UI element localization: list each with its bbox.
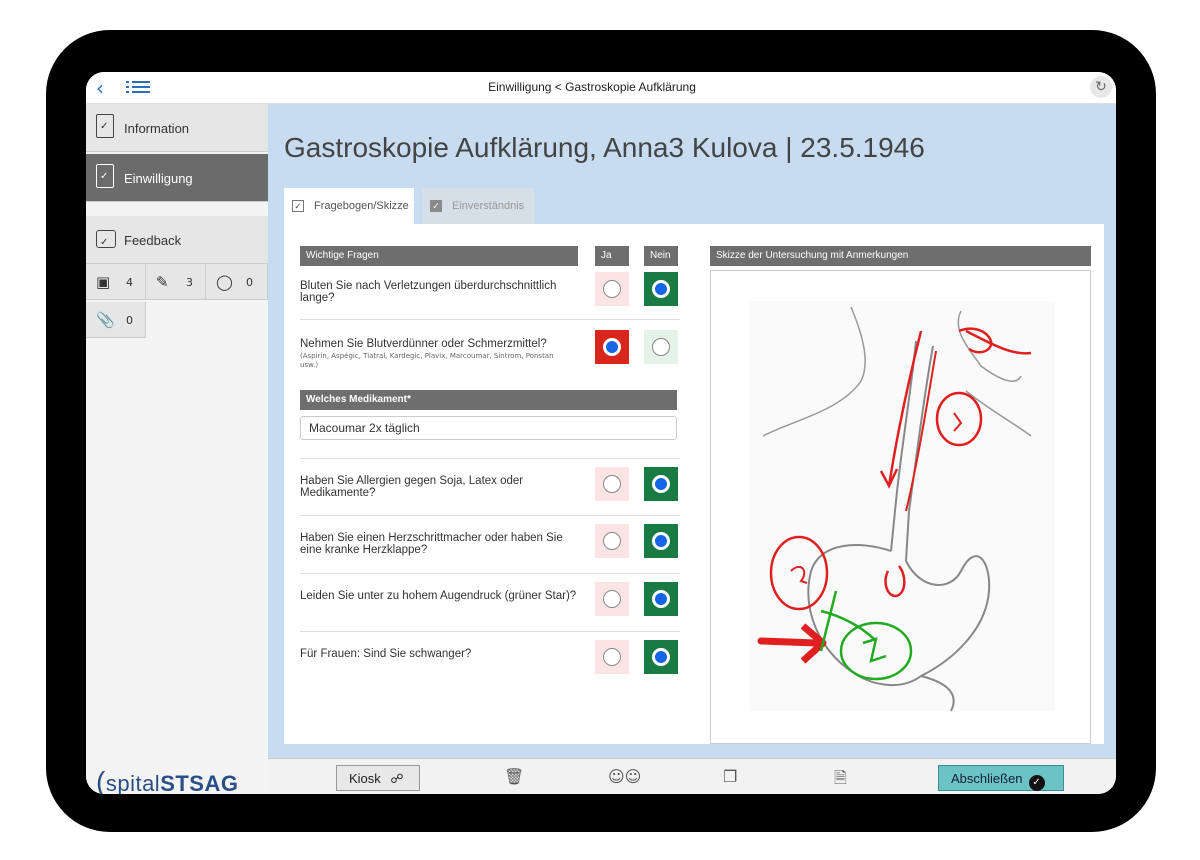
pdf-icon[interactable]: 🗎 (834, 767, 847, 794)
tab-label: Einverständnis (452, 200, 525, 212)
medication-input[interactable]: Macoumar 2x täglich (300, 416, 677, 440)
refresh-icon[interactable]: ↻ (1090, 76, 1112, 98)
question-row: Nehmen Sie Blutverdünner oder Schmerzmit… (300, 320, 680, 382)
lock-icon: ☍ (390, 771, 404, 786)
pencil-count: 3 (186, 276, 193, 289)
camera-count: 4 (126, 276, 133, 289)
question-row: Bluten Sie nach Verletzungen überdurchsc… (300, 268, 680, 320)
medication-header: Welches Medikament* (300, 390, 677, 410)
main-content: Gastroskopie Aufklärung, Anna3 Kulova | … (268, 104, 1116, 758)
microphone-counter[interactable]: ◯ 0 (206, 264, 268, 300)
finish-label: Abschließen (951, 771, 1023, 786)
answer-yes-radio[interactable] (595, 524, 629, 558)
question-text: Leiden Sie unter zu hohem Augendruck (gr… (300, 590, 577, 602)
question-text: Haben Sie einen Herzschrittmacher oder h… (300, 532, 563, 556)
sidebar-item-information[interactable]: Information (86, 104, 268, 152)
answer-no-radio[interactable] (644, 467, 678, 501)
check-circle-icon: ✓ (1028, 775, 1045, 791)
questionnaire-panel: Wichtige Fragen Ja Nein Bluten Sie nach … (284, 224, 1104, 744)
question-row: Haben Sie Allergien gegen Soja, Latex od… (300, 458, 680, 516)
sidebar-item-label: Einwilligung (124, 171, 193, 186)
checkbox-icon: ✓ (430, 200, 442, 212)
attachment-counter[interactable]: 📎 0 (86, 302, 146, 338)
sketch-header: Skizze der Untersuchung mit Anmerkungen (710, 246, 1091, 266)
checkbox-icon: ✓ (292, 200, 304, 212)
question-row: Für Frauen: Sind Sie schwanger? (300, 632, 680, 682)
paperclip-icon: 📎 (96, 311, 115, 329)
yes-column-header: Ja (595, 246, 629, 266)
question-text: Haben Sie Allergien gegen Soja, Latex od… (300, 475, 524, 499)
tab-fragebogen[interactable]: ✓ Fragebogen/Skizze (284, 188, 414, 224)
answer-no-radio[interactable] (644, 330, 678, 364)
answer-yes-radio[interactable] (595, 467, 629, 501)
sidebar-item-label: Feedback (124, 233, 182, 248)
questions-header: Wichtige Fragen (300, 246, 578, 266)
pencil-counter[interactable]: ✎ 3 (146, 264, 206, 300)
sidebar-item-label: Information (124, 121, 190, 136)
tab-einverstaendnis[interactable]: ✓ Einverständnis (422, 188, 534, 224)
answer-no-radio[interactable] (644, 272, 678, 306)
microphone-icon: ◯ (216, 273, 233, 291)
copy-icon[interactable]: ❐ (723, 767, 737, 786)
answer-yes-radio[interactable] (595, 272, 629, 306)
sidebar: Information Einwilligung Feedback ▣ 4 ✎ … (86, 104, 268, 794)
question-text: Bluten Sie nach Verletzungen überdurchsc… (300, 280, 557, 304)
top-bar-title: Einwilligung < Gastroskopie Aufklärung (488, 80, 696, 94)
question-subtext: (Aspirin, Aspégic, Tiatral, Kardegic, Pl… (300, 352, 554, 369)
top-bar: ‹ Einwilligung < Gastroskopie Aufklärung… (86, 72, 1116, 104)
question-row: Leiden Sie unter zu hohem Augendruck (gr… (300, 574, 680, 632)
finish-button[interactable]: Abschließen ✓ (938, 765, 1064, 791)
answer-no-radio[interactable] (644, 524, 678, 558)
app-screen: ‹ Einwilligung < Gastroskopie Aufklärung… (86, 72, 1116, 794)
no-column-header: Nein (644, 246, 678, 266)
anatomy-sketch (749, 301, 1055, 712)
answer-yes-radio[interactable] (595, 582, 629, 616)
camera-counter[interactable]: ▣ 4 (86, 264, 146, 300)
people-icon[interactable]: ☺☺ (608, 767, 641, 786)
question-row: Haben Sie einen Herzschrittmacher oder h… (300, 516, 680, 574)
spital-logo: (spitalSTSAG (96, 766, 239, 794)
page-title: Gastroskopie Aufklärung, Anna3 Kulova | … (284, 132, 925, 163)
answer-no-radio[interactable] (644, 582, 678, 616)
microphone-count: 0 (246, 276, 253, 289)
sidebar-item-feedback[interactable]: Feedback (86, 216, 268, 264)
feedback-icon (96, 230, 116, 248)
sketch-canvas[interactable] (710, 270, 1091, 744)
answer-no-radio[interactable] (644, 640, 678, 674)
document-icon (96, 164, 114, 188)
tab-label: Fragebogen/Skizze (314, 200, 409, 212)
answer-yes-radio[interactable] (595, 330, 629, 364)
attachment-count: 0 (126, 314, 133, 327)
kiosk-button[interactable]: Kiosk ☍ (336, 765, 420, 791)
answer-yes-radio[interactable] (595, 640, 629, 674)
question-text: Nehmen Sie Blutverdünner oder Schmerzmit… (300, 338, 547, 350)
kiosk-label: Kiosk (349, 771, 381, 786)
trash-icon[interactable]: 🗑 (504, 767, 524, 786)
document-icon (96, 114, 114, 138)
bottom-toolbar: Kiosk ☍ 🗑 ☺☺ ❐ 🗎 Abschließen ✓ (268, 758, 1116, 794)
pencil-icon: ✎ (156, 273, 169, 291)
question-text: Für Frauen: Sind Sie schwanger? (300, 648, 472, 660)
sidebar-item-einwilligung[interactable]: Einwilligung (86, 154, 268, 202)
camera-icon: ▣ (96, 273, 111, 291)
